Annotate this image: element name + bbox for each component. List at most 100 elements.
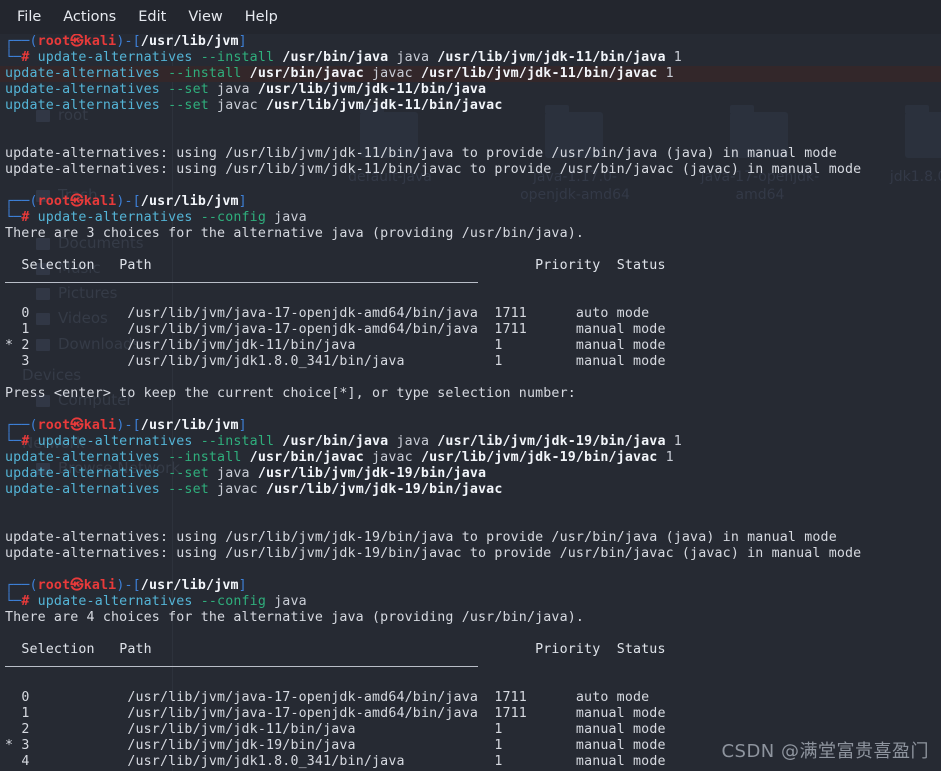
command-arg: /usr/lib/jvm/jdk-19/bin/java [257, 466, 487, 481]
row-path: /usr/lib/jvm/java-17-openjdk-amd64/bin/j… [127, 706, 479, 721]
prompt-hash: # [21, 594, 30, 609]
command-arg: 1 [673, 434, 682, 449]
table-header-selection: Selection [21, 642, 95, 657]
prompt-user: root [37, 34, 71, 49]
row-priority: 1711 [494, 706, 527, 721]
prompt-at-icon: ㉿ [70, 578, 84, 593]
row-priority: 1 [494, 738, 503, 753]
output-line: There are 4 choices for the alternative … [5, 610, 585, 625]
output-line: update-alternatives: using /usr/lib/jvm/… [5, 162, 862, 177]
prompt-paren: )-[ [116, 34, 141, 49]
command-flag: --install [200, 434, 275, 449]
command-arg: 1 [665, 450, 674, 465]
command-program: update-alternatives [37, 594, 193, 609]
menu-item-help[interactable]: Help [236, 6, 287, 28]
prompt-at-icon: ㉿ [70, 418, 84, 433]
prompt-host: kali [83, 34, 117, 49]
row-priority: 1 [494, 354, 503, 369]
table-row: 3 /usr/lib/jvm/jdk1.8.0_341/bin/java 1 m… [0, 354, 941, 370]
command-flag: --config [200, 210, 266, 225]
output-line: update-alternatives: using /usr/lib/jvm/… [5, 146, 837, 161]
terminal-screen[interactable]: ┌──(root㉿kali)-[/usr/lib/jvm] └─# update… [0, 34, 941, 771]
command-line: └─# update-alternatives --install /usr/b… [0, 434, 941, 450]
row-marker [5, 690, 13, 705]
row-priority: 1 [494, 338, 503, 353]
command-arg: javac [217, 482, 258, 497]
prompt-path: /usr/lib/jvm [140, 418, 239, 433]
watermark: CSDN @满堂富贵喜盈门 [721, 741, 929, 762]
command-flag: --set [168, 482, 209, 497]
row-status: manual mode [575, 338, 666, 353]
command-arg: 1 [673, 50, 682, 65]
command-flag: --set [168, 98, 209, 113]
prompt-paren: ( [29, 34, 38, 49]
prompt-paren: ( [29, 418, 38, 433]
table-row: 1 /usr/lib/jvm/java-17-openjdk-amd64/bin… [0, 322, 941, 338]
command-line: update-alternatives --install /usr/bin/j… [0, 66, 941, 82]
row-priority: 1711 [494, 306, 527, 321]
command-program: update-alternatives [5, 66, 160, 81]
row-path: /usr/lib/jvm/jdk1.8.0_341/bin/java [127, 754, 405, 769]
command-line: update-alternatives --install /usr/bin/j… [0, 450, 941, 466]
prompt-corner-icon: └─ [5, 210, 22, 225]
table-header-path: Path [119, 258, 152, 273]
row-path: /usr/lib/jvm/jdk1.8.0_341/bin/java [127, 354, 405, 369]
row-selection: 4 [21, 754, 30, 769]
row-status: manual mode [575, 706, 666, 721]
prompt-bracket: ] [238, 578, 247, 593]
menu-item-view[interactable]: View [179, 6, 231, 28]
menu-item-file[interactable]: File [8, 6, 50, 28]
command-arg: java [396, 434, 430, 449]
prompt-hash: # [21, 434, 30, 449]
table-header-status: Status [616, 642, 666, 657]
prompt-path: /usr/lib/jvm [140, 578, 239, 593]
command-program: update-alternatives [37, 210, 193, 225]
prompt-paren: )-[ [116, 578, 141, 593]
row-path: /usr/lib/jvm/java-17-openjdk-amd64/bin/j… [127, 690, 479, 705]
row-status: manual mode [575, 354, 666, 369]
prompt-line-top: ┌──(root㉿kali)-[/usr/lib/jvm] [0, 578, 941, 594]
row-marker [5, 722, 13, 737]
menu-bar: File Actions Edit View Help [0, 0, 941, 34]
table-header-priority: Priority [535, 258, 601, 273]
command-program: update-alternatives [5, 450, 160, 465]
command-arg: 1 [665, 66, 674, 81]
prompt-at-icon: ㉿ [70, 194, 84, 209]
command-arg: javac [372, 66, 413, 81]
prompt-user: root [37, 418, 71, 433]
prompt-corner-icon: └─ [5, 434, 22, 449]
row-marker: * [5, 338, 14, 353]
prompt-paren: )-[ [116, 194, 141, 209]
table-separator [0, 658, 941, 674]
command-flag: --install [168, 66, 242, 81]
prompt-user: root [37, 578, 71, 593]
terminal-window: File Actions Edit View Help ┌──(root㉿kal… [0, 0, 941, 771]
prompt-corner-icon: ┌── [5, 34, 30, 49]
prompt-corner-icon: ┌── [5, 194, 30, 209]
output-line: update-alternatives: using /usr/lib/jvm/… [5, 546, 862, 561]
command-arg: /usr/lib/jvm/jdk-19/bin/java [437, 434, 666, 449]
row-status: manual mode [575, 738, 666, 753]
prompt-host: kali [83, 578, 117, 593]
row-selection: 2 [21, 338, 30, 353]
command-arg: /usr/lib/jvm/jdk-19/bin/javac [420, 450, 658, 465]
menu-item-actions[interactable]: Actions [54, 6, 125, 28]
menu-item-edit[interactable]: Edit [129, 6, 175, 28]
row-selection: 0 [21, 306, 30, 321]
row-path: /usr/lib/jvm/java-17-openjdk-amd64/bin/j… [127, 306, 479, 321]
table-header-status: Status [616, 258, 666, 273]
prompt-path: /usr/lib/jvm [140, 194, 239, 209]
table-row: 1 /usr/lib/jvm/java-17-openjdk-amd64/bin… [0, 706, 941, 722]
command-arg: /usr/bin/java [282, 434, 389, 449]
table-header-path: Path [119, 642, 152, 657]
command-flag: --config [200, 594, 266, 609]
row-status: manual mode [575, 322, 666, 337]
prompt-line-top: ┌──(root㉿kali)-[/usr/lib/jvm] [0, 418, 941, 434]
command-line: └─# update-alternatives --config java [0, 210, 941, 226]
row-marker [5, 706, 13, 721]
